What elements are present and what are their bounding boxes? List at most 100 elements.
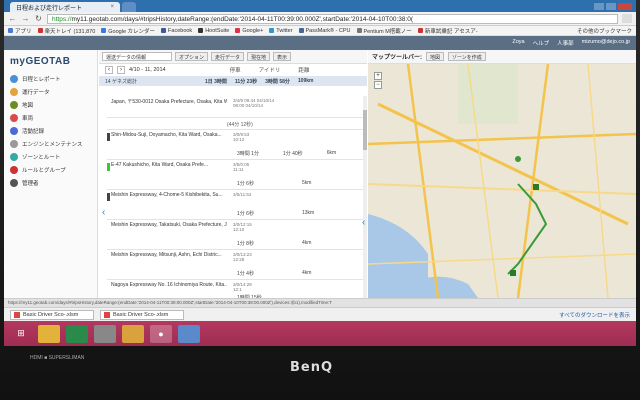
trip-stop: 1分 4秒	[237, 271, 254, 277]
zoom-in-icon[interactable]: +	[374, 72, 382, 80]
list-item[interactable]: Meishin Expressway, Takatsuki, Osaka Pre…	[107, 220, 363, 250]
clock-icon	[10, 74, 18, 83]
prev-date-icon[interactable]: ‹	[105, 66, 113, 74]
view-button[interactable]: 表示	[273, 52, 292, 61]
bookmark[interactable]: HootSuite	[198, 28, 229, 34]
maximize-icon[interactable]	[606, 3, 616, 10]
map-canvas[interactable]	[368, 64, 636, 298]
trip-stop: 3時間 1分	[237, 151, 259, 157]
bookmark[interactable]: Google カレンダー	[101, 27, 155, 35]
sidebar-item-label: ゾーンとルート	[22, 154, 61, 161]
trip-stop: 1分 6秒	[237, 211, 254, 217]
header-link[interactable]: Zoya	[512, 39, 524, 47]
address-bar[interactable]: https://my11.geotab.com/days/#tripsHisto…	[47, 13, 618, 24]
list-item[interactable]: Meishin Expressway, Mitsunji, Ashn, Echi…	[107, 250, 363, 280]
reload-icon[interactable]: ↻	[34, 14, 43, 23]
zone-icon	[10, 152, 18, 161]
back-icon[interactable]: ←	[8, 14, 17, 23]
bookmark[interactable]: 楽天トレイ (131,870	[37, 27, 95, 35]
file-explorer-icon[interactable]	[38, 324, 60, 343]
current-location-button[interactable]: 現在地	[247, 52, 271, 61]
col-idle[interactable]: アイドリ	[259, 66, 281, 74]
sidebar-item-map[interactable]: 地図	[4, 98, 97, 111]
gear-icon	[10, 178, 18, 187]
list-item[interactable]: E-47 Kakushicho, Kita Ward, Osaka Prefe.…	[107, 160, 363, 190]
options-button[interactable]: オプション	[175, 52, 209, 61]
header-links: Zoya ヘルプ 人事部 mizumo@dejo.co.jp	[512, 39, 630, 47]
forward-icon[interactable]: →	[21, 14, 30, 23]
sidebar-item-reports[interactable]: 日程とレポート	[4, 72, 97, 85]
geotab-logo[interactable]: myGEOTAB	[4, 50, 97, 72]
summary-row[interactable]: 14 ゲネズ総計 1日 3時間 11分 23秒 3時間 58分 109km	[99, 76, 367, 86]
logo-my: my	[10, 56, 26, 67]
chrome-taskbar-icon[interactable]: ●	[150, 324, 172, 343]
sidebar-item-activity[interactable]: 活動記録	[4, 124, 97, 137]
summary-vehicle: 14 ゲネズ総計	[105, 78, 137, 85]
vehicle-marker-icon[interactable]	[515, 156, 521, 162]
create-zone-button[interactable]: ゾーンを作成	[448, 52, 486, 61]
trip-meta: 1分 8秒 4km	[237, 240, 311, 247]
bookmark[interactable]: Google+	[235, 28, 263, 34]
vehicle-icon	[10, 113, 18, 122]
sidebar-item-label: ルールとグループ	[22, 167, 66, 174]
windows-taskbar: ⊞ ●	[4, 321, 636, 346]
sidebar-item-trips[interactable]: 運行データ	[4, 85, 97, 98]
bookmark[interactable]: アプリ	[8, 27, 32, 35]
header-link[interactable]: 人事部	[557, 39, 574, 47]
close-tab-icon[interactable]: ×	[110, 4, 114, 10]
list-item[interactable]: Japan, 〒530-0012 Osaka Prefecture, Osaka…	[107, 96, 363, 118]
collapse-list-icon[interactable]: ‹	[362, 216, 367, 230]
minimize-icon[interactable]	[594, 3, 604, 10]
show-all-downloads[interactable]: すべてのダウンロードを表示	[559, 311, 630, 319]
list-item[interactable]: Shin-Midou-Suji, Doyamacho, Kita Ward, O…	[107, 130, 363, 160]
scrollbar-thumb[interactable]	[363, 110, 367, 150]
trip-marker-icon[interactable]	[533, 184, 539, 190]
sidebar-item-vehicles[interactable]: 車両	[4, 111, 97, 124]
trip-data-button[interactable]: 走行データ	[211, 52, 245, 61]
map-button[interactable]: 地図	[426, 52, 445, 61]
trip-address: Meishin Expressway, Takatsuki, Osaka Pre…	[111, 222, 227, 228]
trip-marker-icon[interactable]	[510, 270, 516, 276]
next-date-icon[interactable]: ›	[117, 66, 125, 74]
bookmark[interactable]: Twitter	[269, 28, 293, 34]
browser-menu-icon[interactable]	[622, 14, 632, 23]
trip-time: 3/0/14:28 12:1	[233, 282, 252, 292]
windows-start-icon[interactable]: ⊞	[10, 325, 32, 343]
app-taskbar-icon[interactable]	[122, 324, 144, 343]
summary-stop: 1日 3時間	[204, 78, 227, 85]
trips-toolbar: 運送データの情報 オプション 走行データ 現在地 表示	[99, 50, 367, 64]
sidebar-item-maintenance[interactable]: エンジンとメンテナンス	[4, 137, 97, 150]
list-item[interactable]: Meishin Expressway, 4-Chome-5 Kishibekit…	[107, 190, 363, 220]
map-panel: マップツールバー: 地図 ゾーンを作成 + −	[368, 50, 636, 298]
download-item[interactable]: Basic Driver Sco-.xlsm	[10, 309, 94, 320]
bookmark[interactable]: 新車試乗記 アセスア-	[417, 27, 478, 35]
report-select[interactable]: 運送データの情報	[102, 52, 172, 61]
browser-tab[interactable]: 日程および走行レポート ×	[10, 2, 120, 12]
bookmark-icon	[356, 28, 362, 33]
bookmark[interactable]: Facebook	[161, 28, 192, 34]
new-tab-button[interactable]	[122, 2, 136, 12]
col-distance[interactable]: 距離	[298, 66, 309, 74]
collapse-sidebar-icon[interactable]: ‹	[102, 206, 107, 220]
bookmark[interactable]: Pentium M搭載ノー	[356, 27, 412, 35]
trip-distance: 4km	[301, 270, 312, 276]
trip-time: 3/0/12:15 12:10	[233, 222, 252, 232]
app-taskbar-icon[interactable]	[94, 324, 116, 343]
sidebar-item-label: エンジンとメンテナンス	[22, 141, 83, 148]
window-close-icon[interactable]	[618, 3, 632, 10]
bookmark-icon	[161, 28, 167, 33]
download-item[interactable]: Basic Driver Sco-.xlsm	[100, 309, 184, 320]
bookmark[interactable]: PassMark® - CPU	[298, 28, 351, 34]
header-link[interactable]: mizumo@dejo.co.jp	[582, 39, 630, 47]
other-bookmarks[interactable]: その他のブックマーク	[577, 27, 632, 35]
zoom-out-icon[interactable]: −	[374, 81, 382, 89]
sidebar-item-zones[interactable]: ゾーンとルート	[4, 150, 97, 163]
sidebar-item-admin[interactable]: 管理者	[4, 176, 97, 189]
col-stop[interactable]: 停車	[230, 66, 241, 74]
excel-taskbar-icon[interactable]	[66, 324, 88, 343]
app-taskbar-icon[interactable]	[178, 324, 200, 343]
sidebar-item-rules[interactable]: ルールとグループ	[4, 163, 97, 176]
header-link[interactable]: ヘルプ	[533, 39, 550, 47]
map-icon	[10, 100, 18, 109]
trip-list-scrollbar[interactable]	[363, 96, 367, 298]
